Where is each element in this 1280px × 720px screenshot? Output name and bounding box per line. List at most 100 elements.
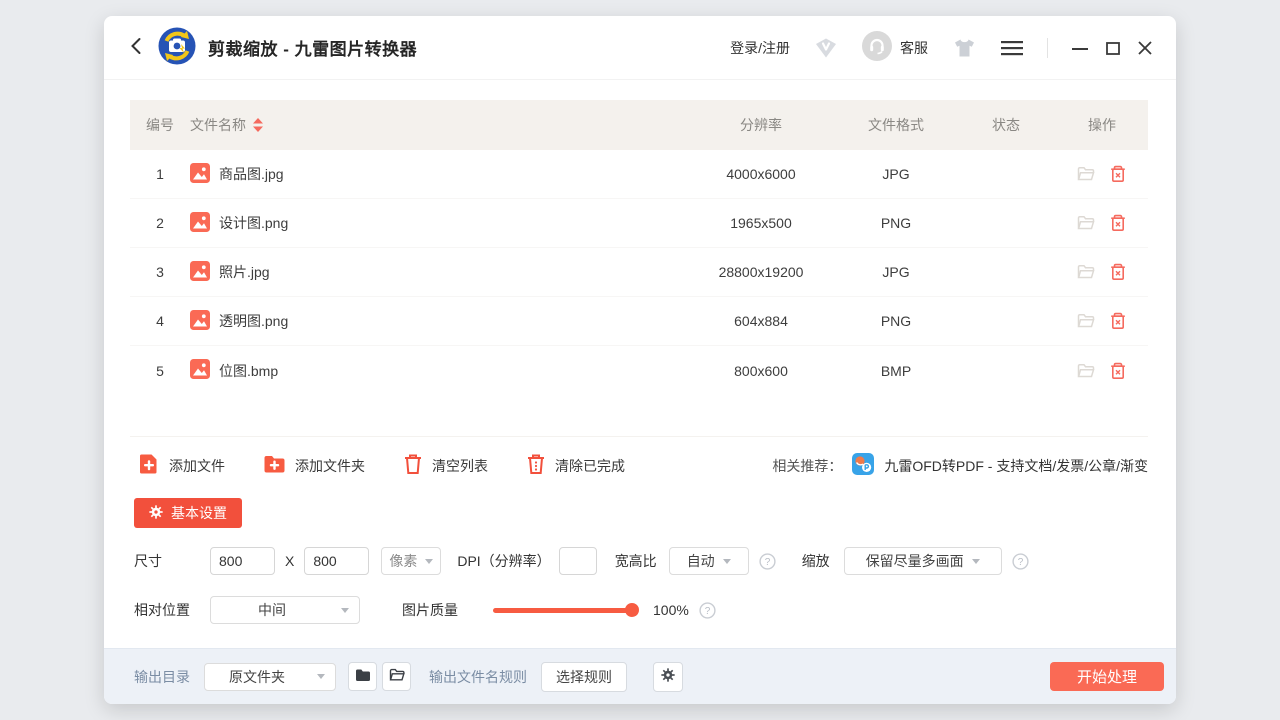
- delete-file-icon[interactable]: [1109, 165, 1127, 183]
- image-file-icon: [190, 163, 210, 186]
- row-index: 4: [130, 313, 190, 329]
- chevron-down-icon: [425, 559, 433, 564]
- svg-text:?: ?: [1017, 557, 1023, 568]
- basic-settings-button[interactable]: 基本设置: [134, 498, 242, 528]
- quality-slider[interactable]: [493, 603, 633, 617]
- file-name: 商品图.jpg: [219, 164, 284, 184]
- chevron-down-icon: [341, 608, 349, 613]
- app-window: 剪裁缩放 - 九雷图片转换器 登录/注册: [104, 16, 1176, 704]
- chevron-down-icon: [317, 674, 325, 679]
- dpi-label: DPI（分辨率）: [457, 551, 550, 571]
- file-name: 设计图.png: [219, 213, 288, 233]
- quality-help-icon[interactable]: ?: [699, 602, 716, 619]
- clear-list-button[interactable]: 清空列表: [403, 453, 488, 478]
- image-file-icon: [190, 359, 210, 382]
- headset-icon: [862, 31, 892, 64]
- clear-completed-trash-icon: [526, 453, 546, 478]
- file-format: BMP: [836, 363, 956, 379]
- add-folder-icon: [263, 454, 286, 477]
- position-select[interactable]: 中间: [210, 596, 360, 624]
- aspect-help-icon[interactable]: ?: [759, 553, 776, 570]
- choose-folder-button[interactable]: [348, 662, 377, 691]
- app-logo-icon: [158, 27, 196, 68]
- rule-settings-button[interactable]: [653, 662, 683, 692]
- output-dir-select[interactable]: 原文件夹: [204, 663, 336, 691]
- open-folder-icon[interactable]: [1077, 363, 1095, 379]
- table-row: 3 照片.jpg 28800x19200 JPG: [130, 248, 1148, 297]
- row-index: 1: [130, 166, 190, 182]
- row-index: 5: [130, 363, 190, 379]
- table-row: 5 位图.bmp 800x600 BMP: [130, 346, 1148, 395]
- image-file-icon: [190, 261, 210, 284]
- minimize-button[interactable]: [1072, 41, 1088, 55]
- size-label: 尺寸: [134, 551, 190, 571]
- file-resolution: 604x884: [686, 313, 836, 329]
- back-button[interactable]: [126, 35, 146, 60]
- file-table: 编号 文件名称 分辨率 文件格式 状态 操作 1 商品图.jpg: [130, 100, 1148, 437]
- maximize-button[interactable]: [1106, 41, 1120, 55]
- sort-icon[interactable]: [252, 117, 264, 133]
- gear-icon: [149, 505, 163, 522]
- aspect-ratio-select[interactable]: 自动: [669, 547, 749, 575]
- image-file-icon: [190, 212, 210, 235]
- start-processing-button[interactable]: 开始处理: [1050, 662, 1164, 691]
- row-index: 3: [130, 264, 190, 280]
- zoom-mode-select[interactable]: 保留尽量多画面: [844, 547, 1002, 575]
- file-name: 位图.bmp: [219, 361, 278, 381]
- zoom-help-icon[interactable]: ?: [1012, 553, 1029, 570]
- recommend-link[interactable]: 九雷OFD转PDF - 支持文档/发票/公章/渐变: [884, 456, 1148, 476]
- theme-shirt-icon[interactable]: [952, 37, 977, 59]
- col-header-action: 操作: [1056, 115, 1148, 135]
- open-folder-icon[interactable]: [1077, 264, 1095, 280]
- open-folder-icon[interactable]: [1077, 166, 1095, 182]
- menu-icon[interactable]: [1001, 40, 1023, 56]
- delete-file-icon[interactable]: [1109, 362, 1127, 380]
- list-toolbar: 添加文件 清空列表 添加文件夹 清空列表 清除已完成 相关推荐：: [138, 453, 1148, 478]
- svg-text:?: ?: [705, 606, 711, 617]
- unit-select[interactable]: 像素: [381, 547, 441, 575]
- col-header-format: 文件格式: [836, 115, 956, 135]
- table-row: 1 商品图.jpg 4000x6000 JPG: [130, 150, 1148, 199]
- add-file-icon: [138, 453, 160, 478]
- height-input[interactable]: [304, 547, 369, 575]
- open-output-folder-button[interactable]: [382, 662, 411, 691]
- col-header-status: 状态: [956, 115, 1056, 135]
- folder-icon: [355, 668, 371, 685]
- chevron-down-icon: [723, 559, 731, 564]
- add-folder-button[interactable]: 清空列表 添加文件夹: [263, 454, 365, 477]
- quality-label: 图片质量: [402, 600, 458, 620]
- file-name: 透明图.png: [219, 311, 288, 331]
- zoom-mode-label: 缩放: [802, 551, 830, 571]
- file-name: 照片.jpg: [219, 262, 270, 282]
- svg-text:?: ?: [764, 557, 770, 568]
- select-rule-button[interactable]: 选择规则: [541, 662, 627, 692]
- chevron-down-icon: [972, 559, 980, 564]
- table-row: 4 透明图.png 604x884 PNG: [130, 297, 1148, 346]
- file-format: PNG: [836, 313, 956, 329]
- clear-completed-button[interactable]: 清除已完成: [526, 453, 625, 478]
- slider-handle[interactable]: [625, 603, 639, 617]
- delete-file-icon[interactable]: [1109, 214, 1127, 232]
- table-header-row: 编号 文件名称 分辨率 文件格式 状态 操作: [130, 100, 1148, 150]
- delete-file-icon[interactable]: [1109, 312, 1127, 330]
- col-header-index: 编号: [130, 115, 190, 135]
- slider-track: [493, 608, 633, 613]
- delete-file-icon[interactable]: [1109, 263, 1127, 281]
- login-register-link[interactable]: 登录/注册: [730, 38, 790, 58]
- width-input[interactable]: [210, 547, 275, 575]
- customer-service-button[interactable]: 客服: [862, 31, 928, 64]
- chevron-left-icon: [128, 37, 144, 58]
- open-folder-icon[interactable]: [1077, 313, 1095, 329]
- output-dir-label: 输出目录: [134, 667, 190, 687]
- dpi-input[interactable]: [559, 547, 597, 575]
- file-format: JPG: [836, 166, 956, 182]
- open-folder-icon[interactable]: [1077, 215, 1095, 231]
- titlebar-divider: [1047, 38, 1048, 58]
- close-button[interactable]: [1138, 41, 1152, 55]
- quality-percent: 100%: [653, 602, 689, 618]
- size-settings-row: 尺寸 X 像素 DPI（分辨率） 宽高比 自动 ? 缩放 保留尽量多画面 ?: [134, 547, 1176, 575]
- vip-badge-icon[interactable]: [814, 37, 838, 59]
- row-index: 2: [130, 215, 190, 231]
- ofd-to-pdf-app-icon: [852, 453, 874, 478]
- add-file-button[interactable]: 添加文件: [138, 453, 225, 478]
